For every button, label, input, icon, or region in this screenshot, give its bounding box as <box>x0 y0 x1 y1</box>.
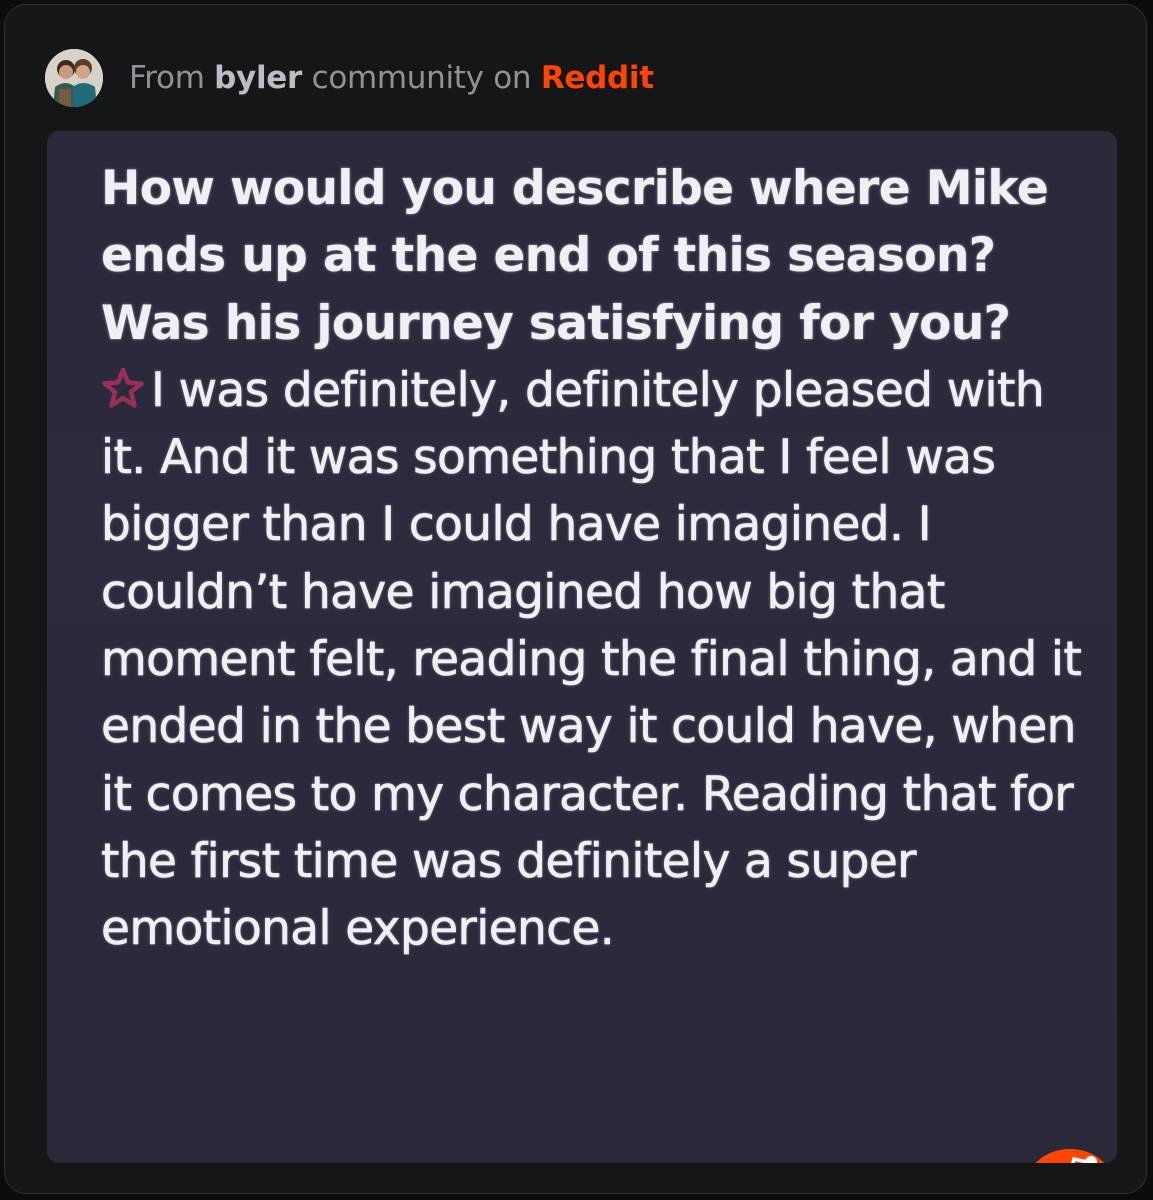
interview-text: How would you describe where Mike ends u… <box>101 155 1101 963</box>
interview-answer: I was definitely, definitely pleased wit… <box>101 362 1082 957</box>
post-image[interactable]: How would you describe where Mike ends u… <box>47 131 1117 1163</box>
source-middle: community on <box>311 60 532 96</box>
reddit-embed-card[interactable]: From byler community on Reddit How would… <box>4 4 1147 1194</box>
interview-answer-block: I was definitely, definitely pleased wit… <box>101 357 1101 963</box>
source-header: From byler community on Reddit <box>45 49 654 107</box>
community-name-link[interactable]: byler <box>214 60 302 96</box>
reddit-brand-link[interactable]: Reddit <box>541 60 654 96</box>
source-prefix: From <box>129 60 205 96</box>
interview-question: How would you describe where Mike ends u… <box>101 161 1049 351</box>
community-avatar[interactable] <box>45 49 103 107</box>
source-attribution: From byler community on Reddit <box>129 60 654 96</box>
reddit-snoo-icon[interactable] <box>1019 1145 1117 1163</box>
star-icon <box>102 367 144 408</box>
